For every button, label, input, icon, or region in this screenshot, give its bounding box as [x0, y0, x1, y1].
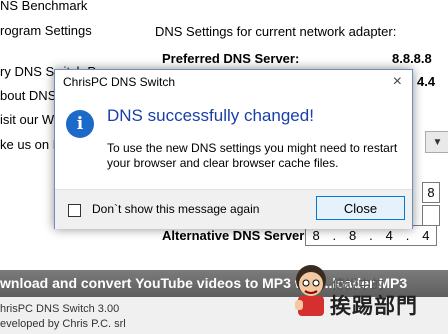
dialog-footer: Don`t show this message again Close [55, 189, 412, 229]
preferred-octet-partial-2[interactable] [422, 205, 440, 226]
footer-version: hrisPC DNS Switch 3.00 [0, 303, 120, 315]
sidebar-item-dns-benchmark[interactable]: NS Benchmark [0, 0, 87, 13]
dns-changed-dialog: ChrisPC DNS Switch × i DNS successfully … [54, 69, 413, 229]
dialog-message: To use the new DNS settings you might ne… [107, 141, 398, 170]
close-button[interactable]: Close [316, 196, 405, 220]
preferred-dns-label: Preferred DNS Server: [162, 51, 300, 66]
alternative-octet-3: 4 [385, 228, 393, 243]
preferred-dns-value: 8.8.8.8 [392, 51, 432, 66]
close-icon[interactable]: × [393, 73, 402, 91]
cartoon-avatar-watermark [295, 265, 326, 316]
adapter-dropdown-button[interactable]: ▼ [425, 131, 448, 153]
dont-show-label[interactable]: Don`t show this message again [92, 202, 259, 216]
watermark-title: 挨踢部門 [330, 295, 418, 318]
dns-settings-heading: DNS Settings for current network adapter… [155, 24, 397, 39]
secondary-dns-partial: 4.4 [417, 74, 436, 89]
alternative-octet-2: 8 [349, 228, 357, 243]
preferred-octet-partial[interactable]: 8 [422, 182, 440, 203]
info-icon: i [66, 110, 94, 138]
footer-developer: eveloped by Chris P.C. srl [0, 318, 126, 330]
sidebar-item-about[interactable]: bout DNS [0, 88, 56, 103]
sidebar-item-program-settings[interactable]: rogram Settings [0, 23, 92, 38]
sidebar-item-visit-website[interactable]: isit our We [0, 112, 61, 127]
alternative-octet-4: 4 [422, 228, 430, 243]
alternative-dns-label: Alternative DNS Server: [162, 228, 309, 243]
dont-show-checkbox[interactable] [68, 204, 81, 217]
sidebar-item-like-facebook[interactable]: ke us on F [0, 137, 61, 152]
chevron-down-icon: ▼ [432, 136, 443, 148]
dialog-title: ChrisPC DNS Switch [63, 75, 176, 89]
alternative-octet-1: 8 [312, 228, 320, 243]
dialog-heading: DNS successfully changed! [107, 106, 314, 125]
